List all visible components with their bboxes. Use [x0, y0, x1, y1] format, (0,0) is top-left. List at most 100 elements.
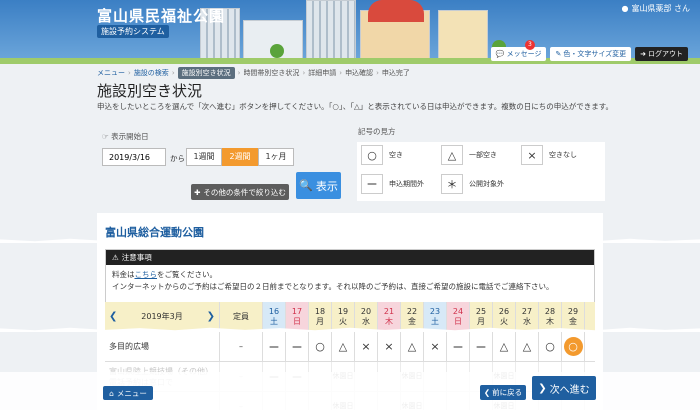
notice-body: 料金はこちらをご覧ください。 インターネットからのご予約はご希望日の２日前までと…: [106, 265, 594, 297]
day-weekday: 土: [431, 316, 439, 326]
breadcrumb-separator: ›: [376, 69, 379, 77]
availability-cell[interactable]: ×: [424, 332, 447, 361]
display-button[interactable]: 🔍 表示: [296, 172, 341, 199]
notice-title: 注意事項: [121, 253, 152, 262]
legend-symbol: △: [441, 145, 463, 165]
availability-symbol: ー: [475, 340, 487, 354]
display-settings-button[interactable]: ✎ 色・文字サイズ変更: [550, 47, 632, 61]
legend-box: ○ 空き △ 一部空き × 空きなし ー 申込期間外 ＊ 公開対象外: [357, 142, 605, 201]
period-1month-button[interactable]: 1ヶ月: [258, 148, 294, 166]
legend-label: 空きなし: [549, 151, 577, 159]
availability-symbol: ○: [315, 340, 325, 353]
day-weekday: 火: [500, 316, 508, 326]
day-weekday: 火: [339, 316, 347, 326]
breadcrumb-step: 申込完了: [381, 69, 410, 77]
legend-item: ー 申込期間外: [361, 174, 424, 194]
availability-cell[interactable]: ○: [562, 332, 585, 361]
day-header: 19 火: [332, 302, 355, 331]
menu-button[interactable]: ⌂ メニュー: [103, 386, 153, 400]
breadcrumb-current: 施設別空き状況: [177, 67, 235, 79]
availability-cell[interactable]: ー: [263, 332, 286, 361]
day-number: 27: [521, 306, 533, 316]
availability-cell[interactable]: ○: [539, 332, 562, 361]
chevron-right-icon[interactable]: ❯: [207, 311, 215, 322]
day-header: 29 金: [562, 302, 585, 331]
day-header: 18 月: [309, 302, 332, 331]
availability-cell[interactable]: △: [332, 332, 355, 361]
site-title[interactable]: 富山県民福祉公園: [97, 5, 225, 26]
day-header: 16 土: [263, 302, 286, 331]
availability-symbol: ○: [545, 340, 555, 353]
facility-row-name[interactable]: 多目的広場: [105, 332, 220, 361]
day-number: 20: [360, 306, 372, 316]
availability-cell[interactable]: ×: [355, 332, 378, 361]
home-icon: ⌂: [109, 388, 114, 398]
day-number: 22: [406, 306, 418, 316]
availability-symbol: ○: [563, 337, 583, 356]
availability-cell[interactable]: ○: [309, 332, 332, 361]
day-number: 18: [314, 306, 326, 316]
thumb-icon: ☞: [102, 132, 109, 141]
chat-icon: 💬: [495, 50, 505, 58]
day-header: 26 火: [493, 302, 516, 331]
day-weekday: 日: [454, 316, 462, 326]
day-number: 25: [475, 306, 487, 316]
breadcrumb-separator: ›: [237, 69, 241, 77]
month-selector: ❮ 2019年3月 ❯: [105, 302, 220, 331]
availability-cell[interactable]: △: [493, 332, 516, 361]
brush-icon: ✎: [555, 50, 562, 58]
breadcrumb-search[interactable]: 施設の検索: [134, 68, 169, 78]
site-header: 富山県民福祉公園 施設予約システム ● 富山県薬部 さん 💬 メッセージ 3 ✎…: [0, 0, 700, 64]
availability-cell[interactable]: ×: [378, 332, 401, 361]
breadcrumb-separator: ›: [128, 69, 131, 77]
page-description: 申込をしたいところを選んで「次へ進む」ボタンを押してください。「○」、「△」と表…: [97, 102, 614, 111]
day-header: 23 土: [424, 302, 447, 331]
breadcrumb-menu[interactable]: メニュー: [97, 68, 125, 78]
availability-cell[interactable]: △: [401, 332, 424, 361]
start-date-label-text: 表示開始日: [111, 132, 149, 141]
site-subtitle: 施設予約システム: [97, 25, 169, 38]
facility-row: 多目的広場 – ーー ○ △ × × △ × ーー △ △ ○ ○: [105, 332, 595, 362]
legend-symbol: ×: [521, 145, 543, 165]
tree-illustration: [270, 44, 284, 58]
day-weekday: 土: [270, 316, 278, 326]
breadcrumb-separator: ›: [171, 69, 175, 77]
fee-link[interactable]: こちら: [135, 270, 158, 279]
notice-box: ⚠ 注意事項 料金はこちらをご覧ください。 インターネットからのご予約はご希望日…: [105, 249, 595, 305]
building-illustration: [306, 0, 356, 64]
logout-button[interactable]: ➜ ログアウト: [635, 47, 688, 61]
period-1week-button[interactable]: 1週間: [186, 148, 222, 166]
next-button[interactable]: ❯ 次へ進む: [532, 376, 596, 400]
availability-symbol: △: [522, 340, 532, 353]
display-settings-label: 色・文字サイズ変更: [563, 50, 627, 58]
plus-icon: ✚: [194, 187, 201, 197]
day-weekday: 金: [408, 316, 416, 326]
period-selector: 1週間 2週間 1ヶ月: [186, 148, 294, 166]
start-date-label: ☞ 表示開始日: [102, 131, 149, 142]
display-button-label: 表示: [315, 179, 338, 193]
availability-cell[interactable]: ー: [286, 332, 309, 361]
breadcrumb-separator: ›: [339, 69, 343, 77]
capacity-header: 定員: [220, 302, 263, 331]
day-header: 27 水: [516, 302, 539, 331]
header-buttons: 💬 メッセージ 3 ✎ 色・文字サイズ変更 ➜ ログアウト: [490, 40, 688, 61]
message-button[interactable]: 💬 メッセージ 3: [490, 40, 547, 61]
narrow-conditions-button[interactable]: ✚ その他の条件で絞り込む: [191, 184, 289, 200]
day-header: 17 日: [286, 302, 309, 331]
legend-label: 申込期間外: [389, 180, 424, 188]
day-number: 21: [383, 306, 395, 316]
day-header: 25 月: [470, 302, 493, 331]
legend-label: 公開対象外: [469, 180, 504, 188]
from-label: から: [170, 154, 185, 163]
back-button[interactable]: ❮ 前に戻る: [480, 385, 526, 400]
availability-cell[interactable]: ー: [470, 332, 493, 361]
legend-symbol: ○: [361, 145, 383, 165]
availability-cell[interactable]: ー: [447, 332, 470, 361]
availability-symbol: ー: [291, 340, 303, 354]
month-label: 2019年3月: [141, 312, 183, 321]
start-date-input[interactable]: [102, 148, 166, 166]
chevron-left-icon[interactable]: ❮: [109, 311, 117, 322]
day-number: 26: [498, 306, 510, 316]
availability-cell[interactable]: △: [516, 332, 539, 361]
period-2weeks-button[interactable]: 2週間: [222, 148, 258, 166]
